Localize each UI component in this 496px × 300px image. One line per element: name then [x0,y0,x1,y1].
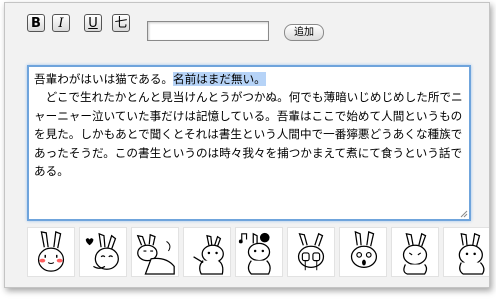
selected-text: 名前はまだ無い。 [173,72,266,86]
sticker-6[interactable] [287,227,335,277]
rabbit-heart-icon [85,232,119,270]
editor-text: 吾輩わがはいは猫である。 [34,72,174,86]
sticker-8[interactable] [391,227,439,277]
sticker-4[interactable] [183,227,231,277]
editor-window: B I U 七 追加 吾輩わがはいは猫である。名前はまだ無い。 どこで生れたかと… [4,2,490,288]
add-button[interactable]: 追加 [284,24,324,41]
rabbit-scared-icon [402,232,428,275]
rabbit-lying-icon [136,233,175,275]
sticker-7[interactable] [339,227,387,277]
text-editor[interactable]: 吾輩わがはいは猫である。名前はまだ無い。 どこで生れたかとんと見当けんとうがつか… [27,65,471,221]
toolbar: B I U 七 追加 [5,3,489,59]
rabbit-wave-icon [193,234,224,275]
rabbit-cry-icon [297,232,325,271]
strikethrough-button[interactable]: 七 [112,14,130,32]
italic-button[interactable]: I [52,14,70,32]
editor-line-1: 吾輩わがはいは猫である。名前はまだ無い。 [34,70,464,88]
sticker-5[interactable] [235,227,283,277]
rabbit-surprised-icon [350,230,378,268]
bold-button[interactable]: B [27,14,45,32]
add-text-input[interactable] [147,21,269,41]
editor-paragraph-2: どこで生れたかとんと見当けんとうがつかぬ。何でも薄暗いじめじめした所でニャーニャ… [34,90,463,179]
rabbit-blush-icon [37,230,65,272]
sticker-2[interactable] [79,227,127,277]
rabbit-music-icon [238,232,271,275]
sticker-3[interactable] [131,227,179,277]
resize-grip-icon[interactable] [460,210,468,218]
sticker-1[interactable] [27,227,75,277]
underline-button[interactable]: U [84,14,102,32]
rabbit-peek-icon [458,232,485,275]
sticker-strip [27,227,489,279]
sticker-9[interactable] [443,227,489,277]
